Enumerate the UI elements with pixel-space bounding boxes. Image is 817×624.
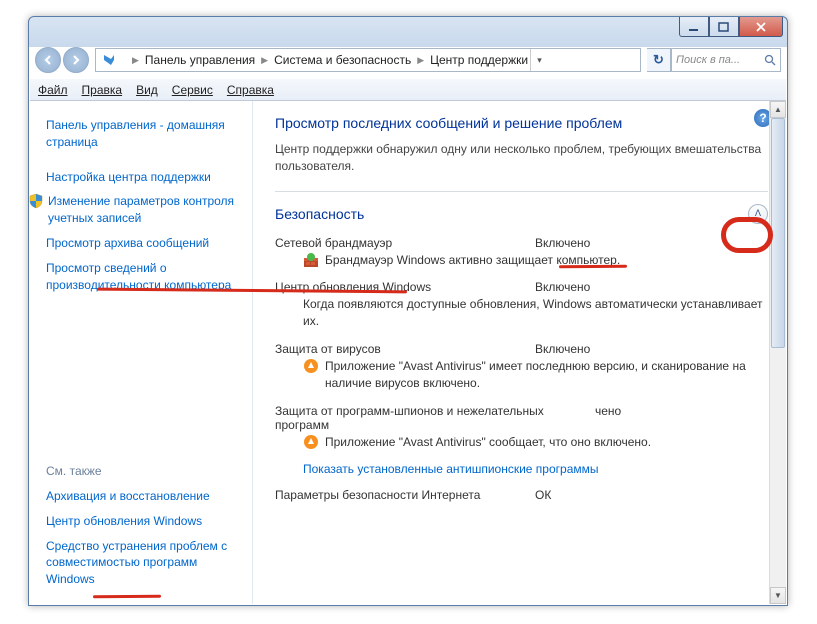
close-button[interactable] [739,17,783,37]
section-heading: Безопасность [275,206,364,222]
menu-edit[interactable]: Правка [82,83,123,97]
ie-security-label: Параметры безопасности Интернета [275,488,535,502]
menu-help[interactable]: Справка [227,83,274,97]
sidebar-configure[interactable]: Настройка центра поддержки [46,165,240,190]
avast-icon [303,358,319,374]
back-button[interactable] [35,47,61,73]
address-bar[interactable]: ▶ Панель управления ▶ Система и безопасн… [95,48,641,72]
scroll-up-button[interactable]: ▲ [770,101,786,118]
forward-button[interactable] [63,47,89,73]
menu-tools[interactable]: Сервис [172,83,213,97]
search-placeholder: Поиск в па... [676,54,740,66]
action-center-icon [102,53,122,67]
collapse-button[interactable]: ꓥ [748,204,768,224]
scroll-thumb[interactable] [771,118,785,348]
refresh-button[interactable]: ↻ [647,48,671,72]
firewall-desc: Брандмауэр Windows активно защищает комп… [325,252,620,269]
breadcrumb-dropdown[interactable]: ▾ [530,49,548,71]
minimize-button[interactable] [679,17,709,37]
antivirus-label: Защита от вирусов [275,342,535,356]
sidebar-update[interactable]: Центр обновления Windows [46,509,240,534]
firewall-icon [303,252,319,268]
spyware-link[interactable]: Показать установленные антишпионские про… [275,462,768,476]
sidebar-performance[interactable]: Просмотр сведений о производительности к… [46,256,240,298]
antivirus-status: Включено [535,342,590,356]
breadcrumb-item[interactable]: Система и безопасность [272,53,413,67]
scroll-down-button[interactable]: ▼ [770,587,786,604]
see-also-heading: См. также [46,464,240,478]
breadcrumb-item[interactable]: Панель управления [143,53,257,67]
update-label: Центр обновления Windows [275,280,535,294]
menu-view[interactable]: Вид [136,83,158,97]
sidebar-archive[interactable]: Просмотр архива сообщений [46,231,240,256]
ie-security-status: ОК [535,488,551,502]
intro-text: Центр поддержки обнаружил одну или неско… [275,141,768,175]
firewall-label: Сетевой брандмауэр [275,236,535,250]
sidebar-uac[interactable]: Изменение параметров контроля учетных за… [46,189,240,231]
sidebar-home[interactable]: Панель управления - домашняя страница [46,113,240,155]
menu-bar: Файл Правка Вид Сервис Справка [30,79,786,101]
antivirus-desc: Приложение "Avast Antivirus" имеет после… [325,358,768,392]
breadcrumb-item[interactable]: Центр поддержки [428,53,530,67]
maximize-button[interactable] [709,17,739,37]
menu-file[interactable]: Файл [38,83,68,97]
antispyware-desc: Приложение "Avast Antivirus" сообщает, ч… [325,434,651,451]
antispyware-label: Защита от программ-шпионов и нежелательн… [275,404,595,432]
update-status: Включено [535,280,590,294]
avast-icon [303,434,319,450]
page-title: Просмотр последних сообщений и решение п… [275,115,768,131]
search-icon [764,54,776,66]
antispyware-status: чено [595,404,621,432]
vertical-scrollbar[interactable]: ▲ ▼ [769,101,786,604]
shield-icon [28,193,44,209]
sidebar-compatibility[interactable]: Средство устранения проблем с совместимо… [46,534,240,592]
update-desc: Когда появляются доступные обновления, W… [303,296,768,330]
sidebar-backup[interactable]: Архивация и восстановление [46,484,240,509]
firewall-status: Включено [535,236,590,250]
search-input[interactable]: Поиск в па... [671,48,781,72]
